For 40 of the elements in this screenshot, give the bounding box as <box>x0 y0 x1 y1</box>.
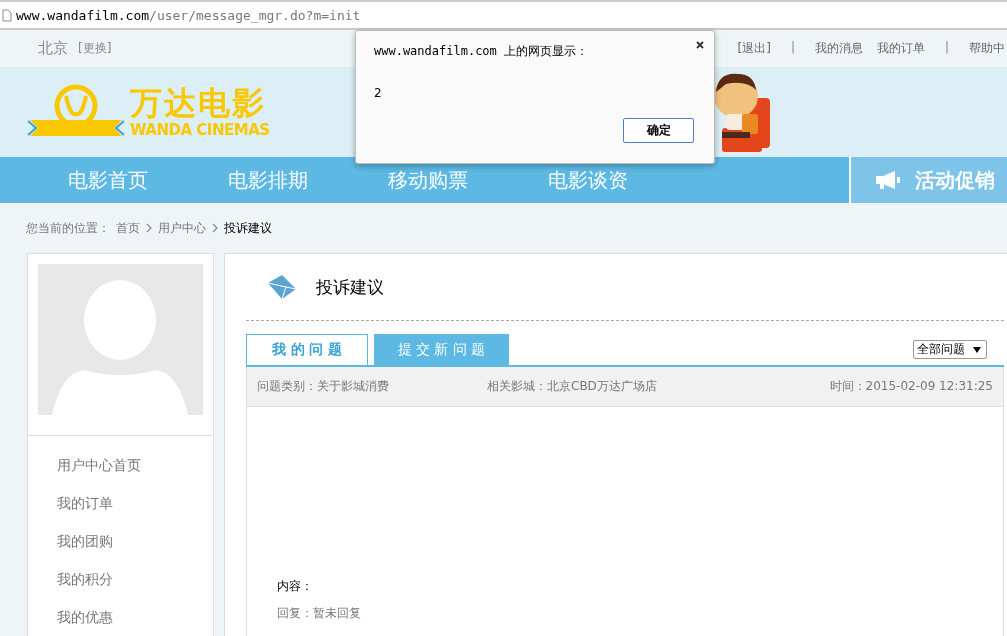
question-cinema: 相关影城：北京CBD万达广场店 <box>487 378 657 395</box>
url-host: www.wandafilm.com <box>16 7 150 23</box>
sidebar-item[interactable]: 我的团购 <box>57 522 213 560</box>
chevron-icon <box>212 223 218 233</box>
address-bar[interactable]: www.wandafilm.com/user/message_mgr.do?m=init <box>0 0 1007 30</box>
envelope-icon <box>266 273 298 301</box>
top-link[interactable]: 帮助中 <box>969 40 1005 57</box>
ok-button[interactable]: 确定 <box>623 118 694 143</box>
url-path: /user/message_mgr.do?m=init <box>149 7 361 23</box>
logo-subtitle: WANDA CINEMAS <box>130 121 270 139</box>
breadcrumb-link[interactable]: 首页 <box>116 219 140 237</box>
breadcrumb-prefix: 您当前的位置： <box>26 219 110 237</box>
sidebar-item[interactable]: 我的积分 <box>57 560 213 598</box>
top-link[interactable]: [退出] <box>737 40 771 57</box>
change-city-link[interactable]: [更换] <box>78 40 112 57</box>
close-icon <box>696 41 704 49</box>
megaphone-icon <box>875 170 901 190</box>
sidebar-item[interactable]: 用户中心首页 <box>57 446 213 484</box>
sidebar-item[interactable]: 我的优惠 <box>57 598 213 636</box>
breadcrumb-link[interactable]: 投诉建议 <box>224 219 272 237</box>
top-link[interactable]: 我的订单 <box>876 40 925 57</box>
question-category: 问题类别：关于影城消费 <box>257 378 389 395</box>
content-label: 内容： <box>277 578 314 595</box>
dialog-title: www.wandafilm.com 上的网页显示： <box>374 43 590 60</box>
logo-title: 万达电影 <box>130 85 267 121</box>
dialog-message: 2 <box>374 86 383 100</box>
breadcrumb-link[interactable]: 用户中心 <box>158 219 206 237</box>
panel-title: 投诉建议 <box>316 275 384 299</box>
top-link[interactable]: 我的消息 <box>814 40 863 57</box>
separator: | <box>944 40 949 56</box>
separator: | <box>790 40 795 56</box>
sidebar-item[interactable]: 我的订单 <box>57 484 213 522</box>
reply-text: 回复：暂未回复 <box>277 605 362 622</box>
filter-dropdown[interactable]: 全部问题 <box>913 340 987 359</box>
question-time: 时间：2015-02-09 12:31:25 <box>829 378 993 395</box>
city-name: 北京 <box>38 39 68 58</box>
page-icon <box>2 8 12 22</box>
tab[interactable]: 我 的 问 题 <box>246 334 368 365</box>
chevron-icon <box>146 223 152 233</box>
dropdown-arrow-icon <box>973 346 981 353</box>
